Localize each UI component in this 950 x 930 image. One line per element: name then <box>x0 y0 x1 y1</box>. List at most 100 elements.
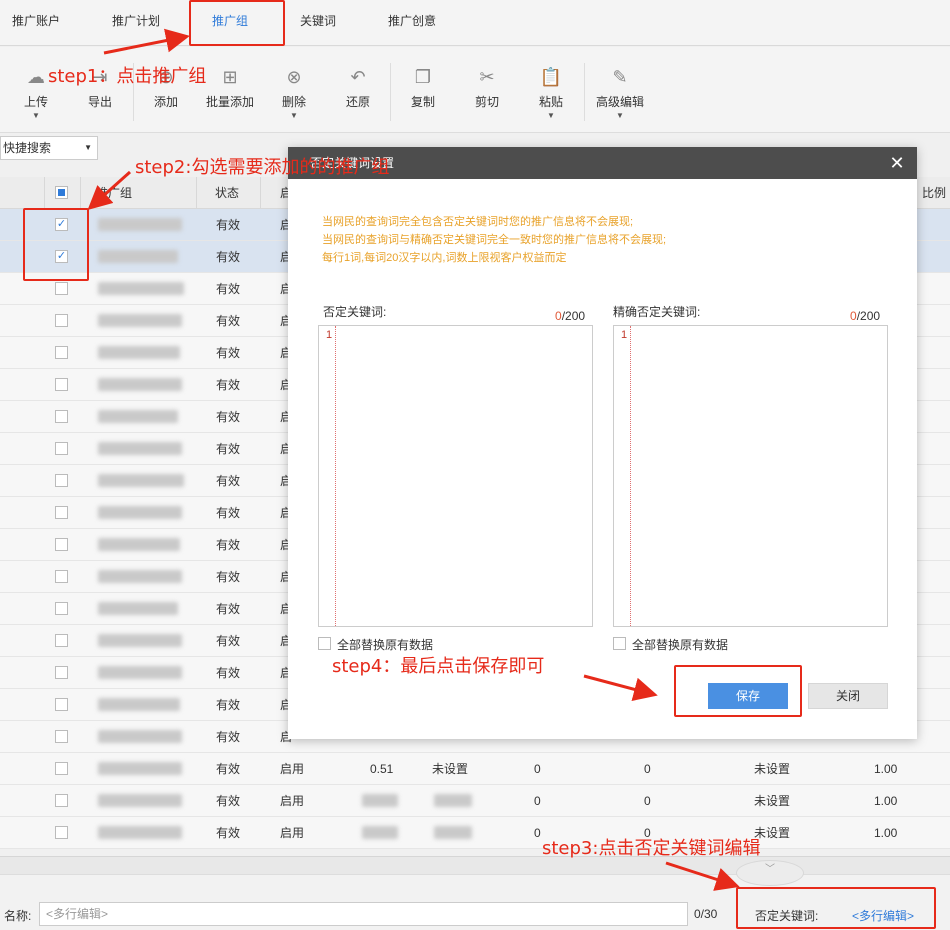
row-value-2: 0 <box>644 794 651 808</box>
copy-button[interactable]: ❐ 复制 <box>393 65 453 110</box>
chevron-down-icon: ▼ <box>32 111 40 120</box>
batch-add-icon: ⊞ <box>222 67 238 87</box>
row-checkbox[interactable] <box>55 506 68 519</box>
chevron-down-icon: ﹀ <box>765 864 775 875</box>
row-checkbox[interactable] <box>55 282 68 295</box>
cut-button[interactable]: ✂ 剪切 <box>457 65 517 110</box>
select-all-checkbox[interactable] <box>55 186 68 199</box>
close-icon[interactable]: ✕ <box>885 151 909 175</box>
note-line: 当网民的查询词完全包含否定关键词时您的推广信息将不会展现; <box>322 216 634 228</box>
table-row[interactable]: 有效 启用 0 0 未设置 1.00 <box>0 785 950 817</box>
blurred-group-name <box>98 314 182 327</box>
row-status: 有效 <box>216 346 241 360</box>
row-negative-keyword: 未设置 <box>754 794 791 808</box>
blurred-group-name <box>98 538 180 551</box>
row-checkbox[interactable] <box>55 378 68 391</box>
negative-keyword-dialog: 否定关键词设置 ✕ 当网民的查询词完全包含否定关键词时您的推广信息将不会展现; … <box>288 147 917 739</box>
row-checkbox[interactable] <box>55 442 68 455</box>
header-status[interactable]: 状态 <box>215 177 239 209</box>
undo-icon: ↶ <box>350 67 366 87</box>
close-button[interactable]: 关闭 <box>808 683 888 709</box>
tab-bar: 推广账户 推广计划 推广组 关键词 推广创意 <box>0 0 950 46</box>
blurred-group-name <box>98 250 178 263</box>
copy-icon: ❐ <box>414 67 432 87</box>
chevron-down-icon: ▼ <box>290 111 298 120</box>
quick-search-label: 快捷搜索 <box>3 141 52 155</box>
row-status: 有效 <box>216 698 241 712</box>
row-checkbox[interactable] <box>55 762 68 775</box>
replace-all-label: 全部替换原有数据 <box>337 638 434 652</box>
row-status: 有效 <box>216 314 241 328</box>
count-max: /200 <box>856 309 881 323</box>
row-value-2: 0 <box>644 762 651 776</box>
row-checkbox[interactable] <box>55 794 68 807</box>
highlight-box-step4 <box>674 665 802 717</box>
blurred-group-name <box>98 442 182 455</box>
blurred-group-name <box>98 346 180 359</box>
blurred-group-name <box>98 378 182 391</box>
panel-collapse-handle[interactable]: ﹀ <box>736 860 804 886</box>
row-checkbox[interactable] <box>55 346 68 359</box>
tab-campaign[interactable]: 推广计划 <box>100 0 172 44</box>
blurred-group-name <box>98 698 180 711</box>
line-gutter <box>319 326 336 626</box>
row-checkbox[interactable] <box>55 698 68 711</box>
table-row[interactable]: 有效 启用 0 0 未设置 1.00 <box>0 817 950 849</box>
chevron-down-icon: ▼ <box>547 111 555 120</box>
row-status: 有效 <box>216 218 241 232</box>
blurred-group-name <box>98 794 182 807</box>
row-checkbox[interactable] <box>55 730 68 743</box>
blurred-value <box>362 826 398 839</box>
row-negative-keyword: 未设置 <box>754 762 791 776</box>
row-status: 有效 <box>216 826 241 840</box>
batch-add-button[interactable]: ⊞ 批量添加 <box>200 65 260 110</box>
highlight-box-step2 <box>23 208 89 281</box>
row-status: 有效 <box>216 634 241 648</box>
count-max: /200 <box>561 309 586 323</box>
tab-creative[interactable]: 推广创意 <box>376 0 448 44</box>
restore-button[interactable]: ↶ 还原 <box>328 65 388 110</box>
row-status: 有效 <box>216 602 241 616</box>
row-enable: 启用 <box>280 794 305 808</box>
cloud-upload-icon: ☁ <box>27 67 45 87</box>
row-checkbox[interactable] <box>55 602 68 615</box>
replace-all-checkbox[interactable] <box>318 637 331 650</box>
row-ratio: 1.00 <box>874 826 898 840</box>
replace-all-exact-checkbox[interactable] <box>613 637 626 650</box>
row-status: 有效 <box>216 250 241 264</box>
row-checkbox[interactable] <box>55 826 68 839</box>
exact-negative-keyword-textarea[interactable]: 1 <box>613 325 888 627</box>
row-checkbox[interactable] <box>55 474 68 487</box>
row-status: 有效 <box>216 474 241 488</box>
advanced-edit-button[interactable]: ✎ 高级编辑 ▼ <box>590 65 650 120</box>
delete-label: 删除 <box>281 95 306 109</box>
row-checkbox[interactable] <box>55 410 68 423</box>
row-checkbox[interactable] <box>55 538 68 551</box>
row-checkbox[interactable] <box>55 666 68 679</box>
row-checkbox[interactable] <box>55 570 68 583</box>
delete-button[interactable]: ⊗ 删除 ▼ <box>264 65 324 120</box>
paste-button[interactable]: 📋 粘贴 ▼ <box>521 65 581 120</box>
row-checkbox[interactable] <box>55 314 68 327</box>
row-status: 有效 <box>216 730 241 744</box>
blurred-group-name <box>98 826 182 839</box>
blurred-group-name <box>98 602 178 615</box>
dialog-notes: 当网民的查询词完全包含否定关键词时您的推广信息将不会展现; 当网民的查询词与精确… <box>322 213 666 267</box>
name-input[interactable]: <多行编辑> <box>39 902 688 926</box>
highlight-box-step3 <box>736 887 936 929</box>
horizontal-scrollbar[interactable] <box>0 856 950 874</box>
paste-label: 粘贴 <box>538 95 563 109</box>
replace-all-exact-label: 全部替换原有数据 <box>632 638 729 652</box>
blurred-group-name <box>98 570 182 583</box>
tab-account[interactable]: 推广账户 <box>0 0 72 44</box>
exact-negative-keyword-field-label: 精确否定关键词: <box>613 305 701 319</box>
header-group[interactable]: 推广组 <box>96 177 132 209</box>
restore-label: 还原 <box>345 95 370 109</box>
table-row[interactable]: 有效 启用 0.51 未设置 0 0 未设置 1.00 <box>0 753 950 785</box>
negative-keyword-textarea[interactable]: 1 <box>318 325 593 627</box>
quick-search-select[interactable]: 快捷搜索 ▼ <box>0 136 98 160</box>
header-ratio[interactable]: 比例 <box>922 177 946 209</box>
tab-keyword[interactable]: 关键词 <box>288 0 348 44</box>
row-checkbox[interactable] <box>55 634 68 647</box>
line-gutter <box>614 326 631 626</box>
